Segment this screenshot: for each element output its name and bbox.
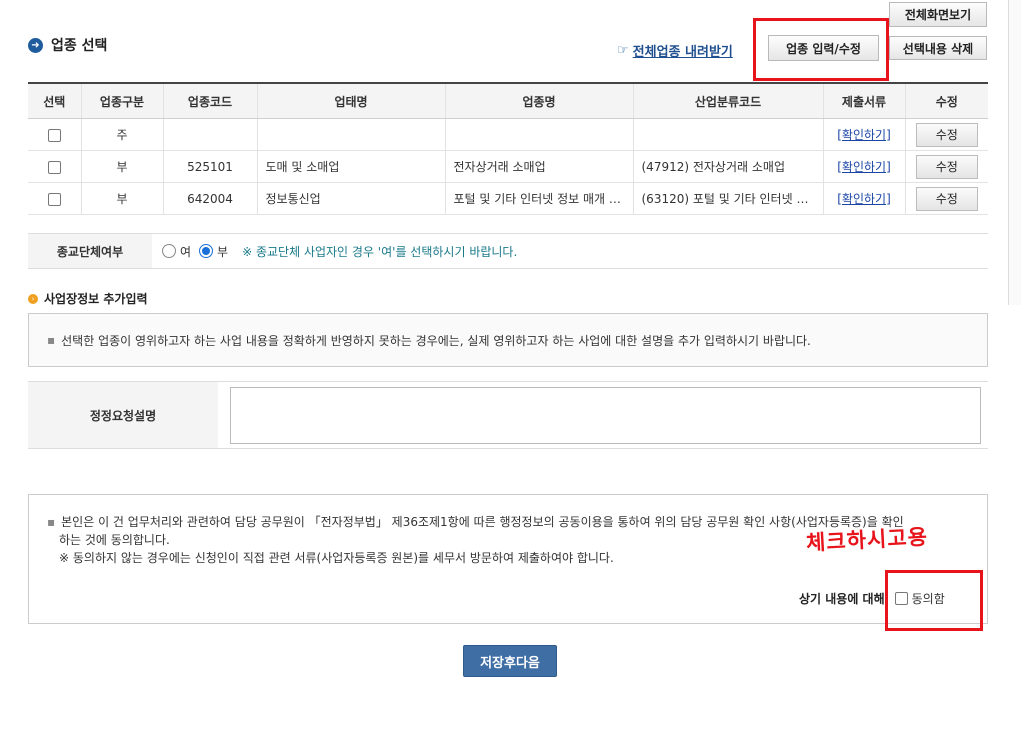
additional-header: › 사업장정보 추가입력 [28,290,148,307]
row-doc-link[interactable]: [확인하기] [837,192,891,206]
row-code: 642004 [162,182,257,215]
col-header-type: 업종구분 [80,82,163,119]
religious-note: ※ 종교단체 사업자인 경우 '여'를 선택하시기 바랍니다. [242,244,518,259]
annotation-box-input-edit [753,18,889,81]
religious-label: 종교단체여부 [56,244,124,259]
row-class-code: (47912) 전자상거래 소매업 [632,150,823,183]
row-class-code: (63120) 포털 및 기타 인터넷 정보 매개 서비스업 [632,182,823,215]
row-industry: 전자상거래 소매업 [444,150,633,183]
pointing-hand-icon: ☞ [617,43,629,58]
consent-text-1: 본인은 이 건 업무처리와 관련하여 담당 공무원이 「전자정부법」 제36조제… [61,515,904,529]
table-row: 주 [확인하기] 수정 [28,118,988,151]
row-code: 525101 [162,150,257,183]
radio-religious-yes-label: 여 [180,244,192,259]
radio-religious-no[interactable] [199,244,214,258]
table-row: 부 525101 도매 및 소매업 전자상거래 소매업 (47912) 전자상거… [28,150,988,183]
radio-religious-no-label: 부 [217,244,229,259]
handwritten-annotation: 체크하시고용 [805,524,929,556]
col-header-code: 업종코드 [162,82,257,119]
col-header-select: 선택 [28,82,81,119]
additional-notice: 선택한 업종이 영위하고자 하는 사업 내용을 정확하게 반영하지 못하는 경우… [61,333,811,348]
row-type: 부 [80,150,163,183]
row-edit-button[interactable]: 수정 [915,122,978,147]
row-industry: 포털 및 기타 인터넷 정보 매개 서비스업 [444,182,633,215]
bullet-icon: ▪ [47,515,56,529]
row-checkbox[interactable] [47,128,61,142]
consent-text-3: ※ 동의하지 않는 경우에는 신청인이 직접 관련 서류(사업자등록증 원본)를… [59,551,614,565]
fullscreen-button[interactable]: 전체화면보기 [889,2,987,27]
right-edge-panel [1008,0,1021,305]
row-type: 주 [80,118,163,151]
religious-row: 종교단체여부 여 부 ※ 종교단체 사업자인 경우 '여'를 선택하시기 바랍니… [28,233,988,269]
row-business: 도매 및 소매업 [256,150,445,183]
row-doc-link[interactable]: [확인하기] [837,128,891,142]
industry-table: 선택 업종구분 업종코드 업태명 업종명 산업분류코드 제출서류 수정 주 [확… [28,82,988,215]
row-checkbox[interactable] [47,192,61,206]
orange-bullet-icon: › [28,293,38,304]
section-header: ➜ 업종 선택 [28,35,107,55]
arrow-circle-icon: ➜ [28,37,43,53]
col-header-class-code: 산업분류코드 [632,82,823,119]
row-checkbox[interactable] [47,160,61,174]
col-header-business: 업태명 [256,82,445,119]
annotation-box-agree [885,570,983,631]
bullet-icon: ▪ [47,333,56,347]
row-class-code [632,118,823,151]
download-all-link[interactable]: ☞ 전체업종 내려받기 [617,41,733,60]
col-header-documents: 제출서류 [822,82,905,119]
row-code [162,118,257,151]
row-business: 정보통신업 [256,182,445,215]
consent-box: ▪ 본인은 이 건 업무처리와 관련하여 담당 공무원이 「전자정부법」 제36조… [28,494,988,624]
additional-title: 사업장정보 추가입력 [44,292,148,306]
row-type: 부 [80,182,163,215]
correction-textarea[interactable] [230,387,981,444]
consent-text-2: 하는 것에 동의합니다. [59,533,170,547]
religious-label-cell: 종교단체여부 [28,234,152,268]
row-edit-button[interactable]: 수정 [915,186,978,211]
correction-label: 정정요청설명 [89,408,157,423]
section-title: 업종 선택 [51,38,108,54]
row-edit-button[interactable]: 수정 [915,154,978,179]
radio-religious-yes[interactable] [162,244,176,258]
row-business [256,118,445,151]
row-doc-link[interactable]: [확인하기] [837,160,891,174]
save-next-button[interactable]: 저장후다음 [463,645,557,677]
correction-row: 정정요청설명 [28,381,988,449]
col-header-industry: 업종명 [444,82,633,119]
correction-label-cell: 정정요청설명 [28,382,218,448]
delete-selected-button[interactable]: 선택내용 삭제 [889,36,987,60]
table-header-row: 선택 업종구분 업종코드 업태명 업종명 산업분류코드 제출서류 수정 [28,82,988,119]
consent-agree-prefix: 상기 내용에 대해 [799,592,885,606]
col-header-edit: 수정 [904,82,988,119]
additional-notice-box: ▪ 선택한 업종이 영위하고자 하는 사업 내용을 정확하게 반영하지 못하는 … [28,313,988,367]
table-row: 부 642004 정보통신업 포털 및 기타 인터넷 정보 매개 서비스업 (6… [28,182,988,215]
row-industry [444,118,633,151]
